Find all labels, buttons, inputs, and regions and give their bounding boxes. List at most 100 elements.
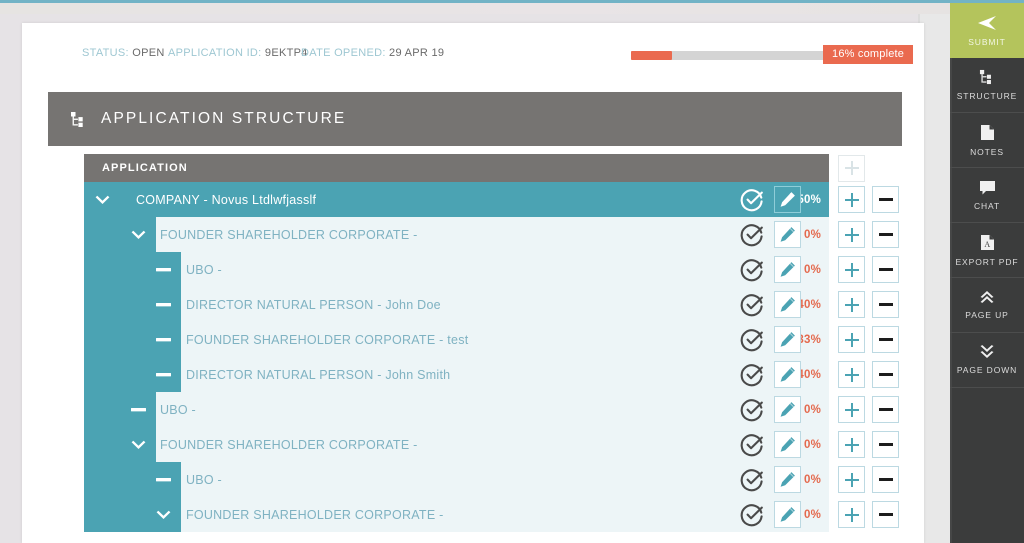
add-node-button[interactable] xyxy=(838,466,865,493)
toolbar-item-label: PAGE DOWN xyxy=(957,365,1017,375)
tree-row[interactable]: FOUNDER SHAREHOLDER CORPORATE -0% xyxy=(22,497,924,532)
minus-icon xyxy=(879,373,893,376)
edit-node-button[interactable] xyxy=(774,501,801,528)
tree-row-actions xyxy=(829,252,924,287)
add-node-button[interactable] xyxy=(838,291,865,318)
remove-node-button[interactable] xyxy=(872,291,899,318)
toolbar-item-submit[interactable]: SUBMIT xyxy=(950,3,1024,58)
dash-icon xyxy=(156,338,171,342)
tree-row-actions xyxy=(829,392,924,427)
tree-toggle-expand[interactable] xyxy=(145,497,181,532)
tree-row[interactable]: DIRECTOR NATURAL PERSON - John Doe40% xyxy=(22,287,924,322)
add-node-button[interactable] xyxy=(838,155,865,182)
tree-row-label: COMPANY - Novus Ltdlwfjasslf xyxy=(136,193,316,207)
remove-node-button[interactable] xyxy=(872,466,899,493)
toolbar-item-page-down[interactable]: PAGE DOWN xyxy=(950,333,1024,388)
edit-node-button[interactable] xyxy=(774,431,801,458)
tree-row[interactable]: COMPANY - Novus Ltdlwfjasslf50% xyxy=(22,182,924,217)
tree-toggle-expand[interactable] xyxy=(84,182,120,217)
remove-node-button[interactable] xyxy=(872,221,899,248)
tree-row[interactable]: FOUNDER SHAREHOLDER CORPORATE -0% xyxy=(22,427,924,462)
tree-row-body: DIRECTOR NATURAL PERSON - John Smith40% xyxy=(145,357,829,392)
pencil-icon xyxy=(779,191,796,208)
check-circle-icon[interactable] xyxy=(740,468,764,492)
toolbar-item-page-up[interactable]: PAGE UP xyxy=(950,278,1024,333)
tree-row-tools xyxy=(734,287,829,322)
toolbar-item-notes[interactable]: NOTES xyxy=(950,113,1024,168)
tree-row-tools xyxy=(734,497,829,532)
check-circle-icon[interactable] xyxy=(740,293,764,317)
tree-row[interactable]: FOUNDER SHAREHOLDER CORPORATE - test33% xyxy=(22,322,924,357)
edit-node-button[interactable] xyxy=(774,221,801,248)
check-circle-icon[interactable] xyxy=(740,433,764,457)
add-node-button[interactable] xyxy=(838,256,865,283)
tree-toggle-dash[interactable] xyxy=(145,287,181,322)
check-circle-icon[interactable] xyxy=(740,223,764,247)
add-node-button[interactable] xyxy=(838,501,865,528)
tree-toggle-dash[interactable] xyxy=(145,322,181,357)
remove-node-button[interactable] xyxy=(872,186,899,213)
remove-node-button[interactable] xyxy=(872,501,899,528)
add-node-button[interactable] xyxy=(838,361,865,388)
pencil-icon xyxy=(779,226,796,243)
tree-toggle-expand[interactable] xyxy=(120,427,156,462)
toolbar-item-structure[interactable]: STRUCTURE xyxy=(950,58,1024,113)
remove-node-button[interactable] xyxy=(872,326,899,353)
edit-node-button[interactable] xyxy=(774,326,801,353)
check-circle-icon[interactable] xyxy=(740,398,764,422)
page-title: APPLICATION STRUCTURE xyxy=(101,110,346,128)
check-circle-icon[interactable] xyxy=(740,258,764,282)
remove-node-button[interactable] xyxy=(872,431,899,458)
pencil-icon xyxy=(779,331,796,348)
tree-toggle-dash[interactable] xyxy=(145,252,181,287)
add-node-button[interactable] xyxy=(838,186,865,213)
tree-toggle-dash[interactable] xyxy=(145,462,181,497)
tree-row[interactable]: UBO -0% xyxy=(22,462,924,497)
tree-toggle-dash[interactable] xyxy=(145,357,181,392)
check-circle-icon[interactable] xyxy=(740,328,764,352)
plus-icon xyxy=(851,403,853,417)
remove-node-button[interactable] xyxy=(872,256,899,283)
minus-icon xyxy=(879,338,893,341)
check-circle-icon[interactable] xyxy=(740,188,764,212)
tree-row[interactable]: FOUNDER SHAREHOLDER CORPORATE -0% xyxy=(22,217,924,252)
edit-node-button[interactable] xyxy=(774,186,801,213)
tree-row[interactable]: DIRECTOR NATURAL PERSON - John Smith40% xyxy=(22,357,924,392)
toolbar-item-export-pdf[interactable]: AEXPORT PDF xyxy=(950,223,1024,278)
dash-icon xyxy=(156,373,171,377)
tree-row-label: FOUNDER SHAREHOLDER CORPORATE - xyxy=(186,508,444,522)
toolbar-item-chat[interactable]: CHAT xyxy=(950,168,1024,223)
add-node-button[interactable] xyxy=(838,326,865,353)
add-node-button[interactable] xyxy=(838,221,865,248)
application-card: STATUS: OPEN APPLICATION ID: 9EKTP4 DATE… xyxy=(22,23,924,543)
plus-icon xyxy=(851,161,853,175)
tree-row-actions xyxy=(829,497,924,532)
add-node-button[interactable] xyxy=(838,396,865,423)
tree-row-tools xyxy=(734,427,829,462)
remove-node-button[interactable] xyxy=(872,396,899,423)
edit-node-button[interactable] xyxy=(774,256,801,283)
edit-node-button[interactable] xyxy=(774,396,801,423)
pencil-icon xyxy=(779,261,796,278)
dash-icon xyxy=(156,303,171,307)
add-node-button[interactable] xyxy=(838,431,865,458)
tree-row-label: DIRECTOR NATURAL PERSON - John Doe xyxy=(186,298,441,312)
check-circle-icon[interactable] xyxy=(740,363,764,387)
tree-toggle-dash[interactable] xyxy=(120,392,156,427)
check-circle-icon[interactable] xyxy=(740,503,764,527)
pencil-icon xyxy=(779,366,796,383)
plus-icon xyxy=(851,228,853,242)
status-label: STATUS: xyxy=(82,47,129,59)
plus-icon xyxy=(851,508,853,522)
tree-row[interactable]: UBO -0% xyxy=(22,252,924,287)
tree-row[interactable]: UBO -0% xyxy=(22,392,924,427)
edit-node-button[interactable] xyxy=(774,361,801,388)
edit-node-button[interactable] xyxy=(774,291,801,318)
tree-row-actions xyxy=(829,217,924,252)
remove-node-button[interactable] xyxy=(872,361,899,388)
tree-connector xyxy=(84,462,120,497)
date-opened-field: DATE OPENED: 29 APR 19 xyxy=(301,47,444,59)
edit-node-button[interactable] xyxy=(774,466,801,493)
tree-toggle-expand[interactable] xyxy=(120,217,156,252)
application-id-label: APPLICATION ID: xyxy=(168,47,262,59)
